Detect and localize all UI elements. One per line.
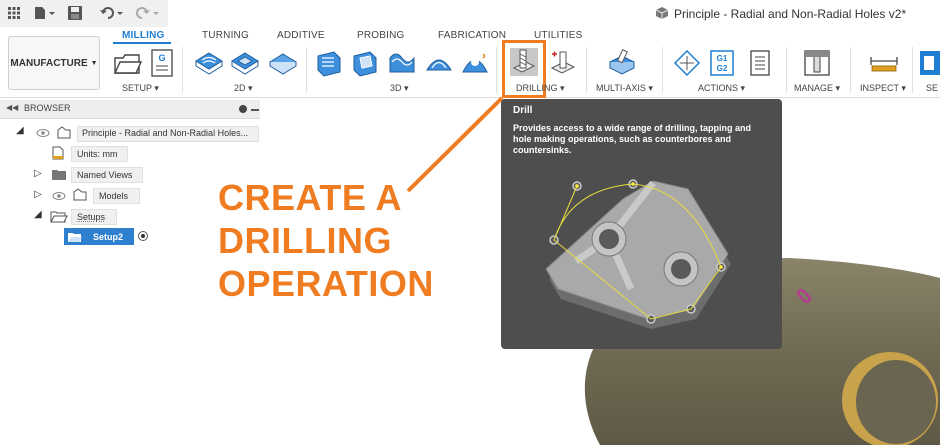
annotation-line-2: DRILLING (218, 220, 392, 261)
tooltip-title: Drill (513, 105, 533, 116)
drill-tooltip: Drill Provides access to a wide range of… (501, 99, 782, 349)
tooltip-description: Provides access to a wide range of drill… (513, 123, 752, 155)
drill-part-illustration (545, 179, 731, 329)
annotation-line-3: OPERATION (218, 263, 434, 304)
annotation-line-1: CREATE A (218, 177, 402, 218)
annotation-arrow (406, 96, 504, 193)
